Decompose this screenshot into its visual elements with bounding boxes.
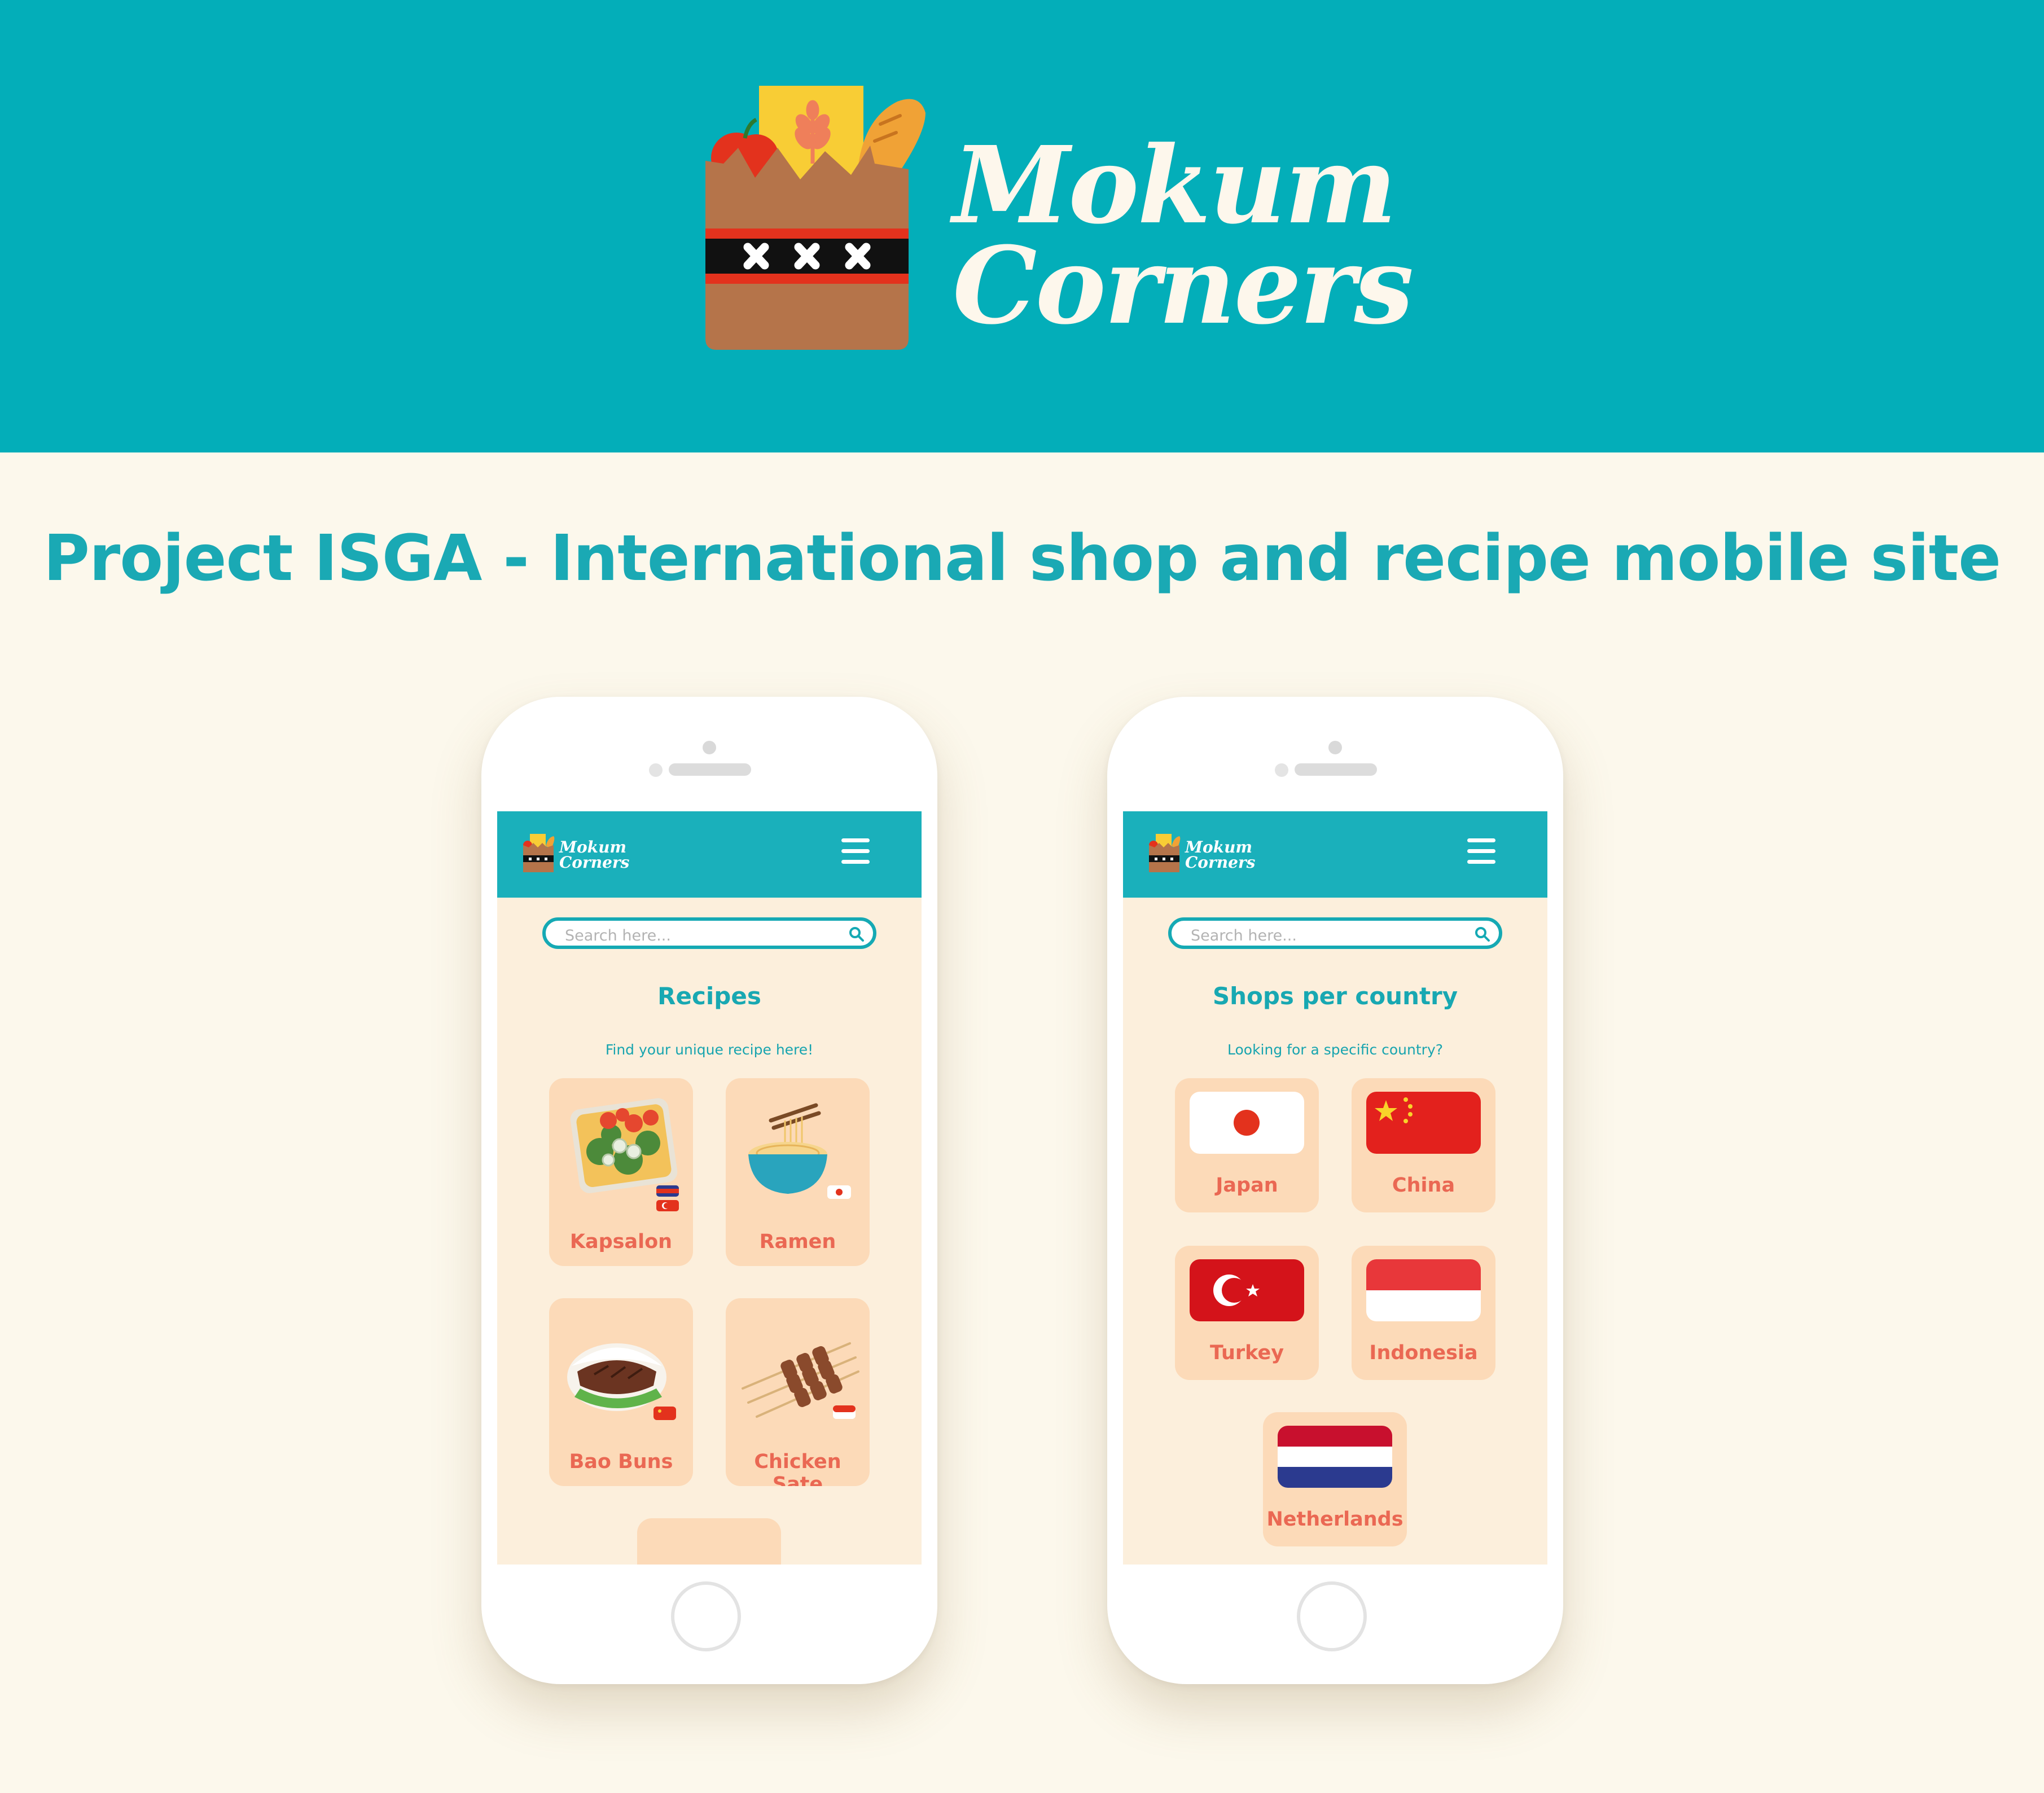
header-brand-line-2: Corners [559, 853, 630, 872]
phone-mockup-shops: Mokum Corners Search here... Shops per c… [1107, 697, 1563, 1684]
bao-bun-icon [567, 1343, 676, 1420]
app-header: Mokum Corners [497, 811, 922, 898]
project-headline: Project ISGA - International shop and re… [43, 522, 2001, 595]
recipes-screen: Mokum Corners Search here... Recipes Fin… [497, 811, 922, 1565]
header-brand-line-1: Mokum [559, 838, 627, 856]
country-card-turkey[interactable]: Turkey [1175, 1246, 1319, 1380]
recipe-card-label: Chicken Sate [754, 1451, 841, 1486]
hero-banner: Mokum Corners [0, 0, 2044, 452]
search-input[interactable]: Search here... [1168, 917, 1502, 949]
header-brand-line-1: Mokum [1185, 838, 1253, 856]
country-card-china[interactable]: China [1352, 1078, 1495, 1212]
proximity-sensor [1275, 763, 1288, 777]
turkey-flag-icon [1190, 1259, 1304, 1321]
country-card-label: Indonesia [1369, 1342, 1478, 1364]
recipe-card-label: Ramen [759, 1231, 836, 1253]
search-placeholder: Search here... [1191, 927, 1297, 944]
brand-line-2: Corners [953, 223, 1414, 348]
front-camera [703, 741, 716, 754]
ramen-bowl-icon [748, 1103, 851, 1199]
search-icon[interactable] [1474, 926, 1491, 943]
country-card-label: China [1392, 1174, 1455, 1197]
country-card-netherlands[interactable]: Netherlands [1263, 1412, 1407, 1546]
app-header: Mokum Corners [1123, 811, 1547, 898]
recipe-card-partial[interactable] [637, 1518, 781, 1565]
header-wordmark[interactable]: Mokum Corners [1185, 838, 1256, 872]
hamburger-menu-icon[interactable] [1467, 838, 1499, 867]
page-title: Recipes [657, 982, 761, 1010]
page-subtitle: Find your unique recipe here! [605, 1041, 814, 1058]
earpiece-speaker [669, 763, 751, 776]
recipe-card-ramen[interactable]: Ramen [726, 1078, 870, 1266]
front-camera [1328, 741, 1342, 754]
mini-grocery-bag-logo-icon[interactable] [522, 833, 557, 873]
mini-grocery-bag-logo-icon[interactable] [1148, 833, 1183, 873]
indonesia-flag-icon [1366, 1259, 1481, 1321]
proximity-sensor [649, 763, 663, 777]
netherlands-flag-icon [1278, 1426, 1392, 1488]
shops-screen: Mokum Corners Search here... Shops per c… [1123, 811, 1547, 1565]
china-flag-icon [1366, 1092, 1481, 1154]
country-card-label: Turkey [1209, 1342, 1284, 1364]
page-title: Shops per country [1212, 982, 1458, 1010]
page-subtitle: Looking for a specific country? [1227, 1041, 1444, 1058]
phone-mockup-recipes: Mokum Corners Search here... Recipes Fin… [481, 697, 937, 1684]
home-button[interactable] [1297, 1581, 1367, 1651]
country-card-japan[interactable]: Japan [1175, 1078, 1319, 1212]
recipe-card-label: Bao Buns [569, 1451, 673, 1473]
header-wordmark[interactable]: Mokum Corners [559, 838, 630, 872]
brand-line-1: Mokum [953, 123, 1397, 248]
header-brand-line-2: Corners [1185, 853, 1256, 872]
country-card-label: Netherlands [1266, 1508, 1403, 1531]
kapsalon-dish-icon [570, 1098, 679, 1211]
japan-flag-icon [1190, 1092, 1304, 1154]
search-icon[interactable] [848, 926, 865, 943]
recipe-card-label: Kapsalon [569, 1231, 673, 1253]
recipe-card-chicken-sate[interactable]: Chicken Sate [726, 1298, 870, 1486]
home-button[interactable] [671, 1581, 741, 1651]
country-card-indonesia[interactable]: Indonesia [1352, 1246, 1495, 1380]
hamburger-menu-icon[interactable] [841, 838, 873, 867]
country-card-label: Japan [1216, 1174, 1278, 1197]
search-placeholder: Search here... [565, 927, 671, 944]
grocery-bag-logo-icon [705, 86, 925, 350]
earpiece-speaker [1295, 763, 1377, 776]
search-input[interactable]: Search here... [542, 917, 876, 949]
brand-wordmark: Mokum Corners [953, 123, 1414, 348]
recipe-card-kapsalon[interactable]: Kapsalon [549, 1078, 693, 1266]
chicken-skewers-icon [742, 1342, 859, 1419]
recipe-card-bao-buns[interactable]: Bao Buns [549, 1298, 693, 1486]
